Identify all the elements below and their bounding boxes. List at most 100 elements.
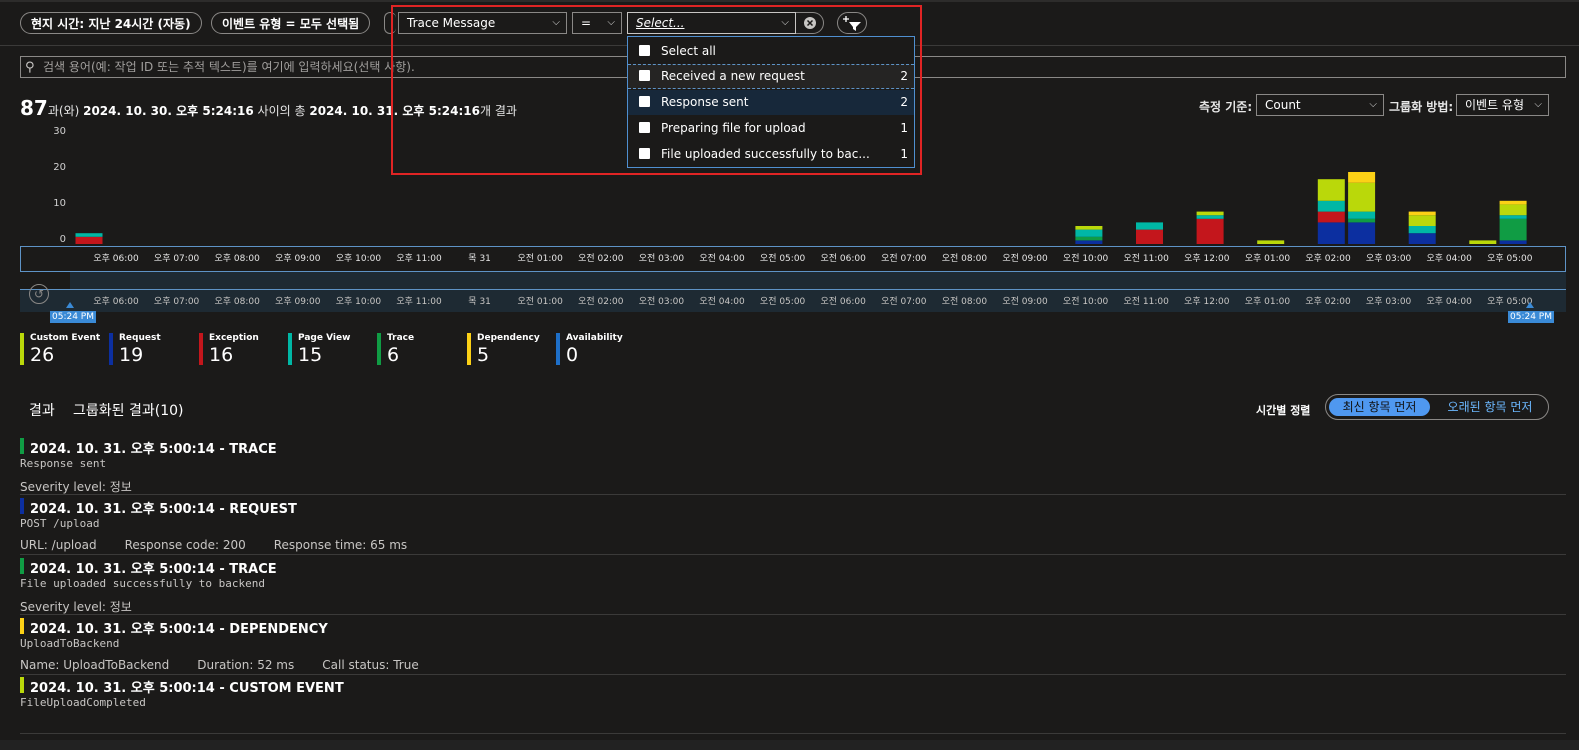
dropdown-option-select-all[interactable]: Select all bbox=[628, 39, 914, 64]
sort-newest-first-button[interactable]: 최신 항목 먼저 bbox=[1329, 398, 1430, 416]
time-range-filter-pill[interactable]: 현지 시간: 지난 24시간 (자동) bbox=[20, 12, 202, 34]
bar-segment-page-view[interactable] bbox=[1499, 215, 1527, 219]
x-tick-label: 목 31 bbox=[468, 254, 491, 264]
value-dropdown-menu[interactable]: Select all Received a new request 2 Resp… bbox=[627, 36, 915, 168]
bar-segment-custom-event[interactable] bbox=[1196, 211, 1224, 216]
brush-tick-label: 오전 09:00 bbox=[1002, 297, 1048, 307]
group-by-select-value: 이벤트 유형 bbox=[1465, 98, 1525, 112]
brush-tick-label: 오후 01:00 bbox=[1244, 297, 1291, 307]
dropdown-option[interactable]: Received a new request 2 bbox=[628, 64, 914, 89]
bar-segment-custom-event[interactable] bbox=[1408, 215, 1436, 226]
checkbox[interactable] bbox=[639, 96, 650, 107]
group-by-select[interactable]: 이벤트 유형 ⌵ bbox=[1456, 94, 1549, 116]
bar-segment-request[interactable] bbox=[1348, 222, 1376, 244]
row-divider bbox=[20, 614, 1566, 615]
bar-segment-exception[interactable] bbox=[1317, 211, 1345, 223]
tab-grouped-results[interactable]: 그룹화된 결과(10) bbox=[73, 400, 183, 420]
bar-segment-custom-event[interactable] bbox=[1348, 182, 1376, 212]
meta-field: Name: UploadToBackend bbox=[20, 658, 170, 672]
meta-field: Response code: 200 bbox=[124, 538, 246, 552]
reset-zoom-icon[interactable]: ↺ bbox=[29, 284, 49, 304]
result-row[interactable]: 2024. 10. 31. 오후 5:00:14 - DEPENDENCY Up… bbox=[20, 618, 1566, 674]
sort-oldest-first-button[interactable]: 오래된 항목 먼저 bbox=[1438, 398, 1542, 416]
brush-tick-label: 오후 06:00 bbox=[93, 297, 139, 307]
brush-start-handle[interactable]: 05:24 PM bbox=[50, 311, 96, 323]
sort-label: 시간별 정렬 bbox=[1256, 404, 1311, 417]
measure-select-value: Count bbox=[1265, 98, 1301, 112]
brush-track bbox=[20, 289, 1566, 290]
x-tick-label: 오전 08:00 bbox=[941, 254, 988, 264]
result-row-title: 2024. 10. 31. 오후 5:00:14 - TRACE bbox=[30, 562, 277, 577]
dropdown-option[interactable]: Preparing file for upload 1 bbox=[628, 116, 914, 141]
result-row[interactable]: 2024. 10. 31. 오후 5:00:14 - CUSTOM EVENT … bbox=[20, 677, 1566, 733]
bar-segment-trace[interactable] bbox=[1499, 218, 1527, 241]
bar-segment-page-view[interactable] bbox=[1317, 200, 1345, 212]
dropdown-option[interactable]: File uploaded successfully to bac... 1 bbox=[628, 142, 914, 167]
result-row-message: File uploaded successfully to backend bbox=[20, 577, 266, 590]
bar-segment-page-view[interactable] bbox=[1196, 215, 1224, 219]
bar-segment-exception[interactable] bbox=[1136, 229, 1163, 244]
bar-segment-page-view[interactable] bbox=[1348, 211, 1376, 219]
bar-segment-page-view[interactable] bbox=[75, 233, 103, 237]
bar-segment-trace[interactable] bbox=[1348, 218, 1376, 223]
next-row-partial bbox=[0, 740, 1579, 750]
event-type-filter-pill[interactable]: 이벤트 유형 = 모두 선택됨 bbox=[211, 12, 371, 34]
brush-axis-labels: 오후 06:00 오후 07:00 오후 08:00 오후 09:00 오후 10:00… bbox=[0, 294, 1579, 307]
bar-segment-request[interactable] bbox=[1499, 240, 1527, 244]
legend-name: Dependency bbox=[477, 333, 540, 343]
bar-segment-custom-event[interactable] bbox=[1075, 226, 1103, 230]
sort-toggle[interactable]: 최신 항목 먼저 오래된 항목 먼저 bbox=[1325, 394, 1549, 420]
result-row-meta: Name: UploadToBackend Duration: 52 ms Call… bbox=[20, 658, 447, 672]
result-row[interactable]: 2024. 10. 31. 오후 5:00:14 - TRACE File up… bbox=[20, 558, 1566, 614]
dropdown-option[interactable]: Response sent 2 bbox=[628, 90, 914, 115]
row-divider bbox=[20, 554, 1566, 555]
bar-segment-custom-event[interactable] bbox=[1499, 204, 1527, 216]
result-row[interactable]: 2024. 10. 31. 오후 5:00:14 - TRACE Respons… bbox=[20, 438, 1566, 494]
brush-end-handle-icon[interactable] bbox=[1526, 302, 1534, 308]
bar-segment-custom-event[interactable] bbox=[1257, 240, 1285, 244]
brush-tick-label: 오후 09:00 bbox=[275, 297, 321, 307]
brush-tick-label: 오전 01:00 bbox=[517, 297, 563, 307]
brush-tick-label: 오전 10:00 bbox=[1062, 297, 1109, 307]
meta-field: Response time: 65 ms bbox=[273, 538, 408, 552]
result-row-title: 2024. 10. 31. 오후 5:00:14 - DEPENDENCY bbox=[30, 622, 328, 637]
bar-segment-exception[interactable] bbox=[1196, 218, 1224, 244]
result-row-message: UploadToBackend bbox=[20, 637, 120, 650]
meta-field: Duration: 52 ms bbox=[197, 658, 295, 672]
legend-color-swatch bbox=[467, 333, 471, 365]
bar-segment-request[interactable] bbox=[1317, 222, 1345, 244]
legend-value: 6 bbox=[387, 344, 400, 366]
bar-segment-dependency[interactable] bbox=[1348, 172, 1376, 183]
brush-tick-label: 오전 06:00 bbox=[820, 297, 866, 307]
brush-tick-label: 오후 12:00 bbox=[1184, 297, 1230, 307]
bar-segment-page-view[interactable] bbox=[1408, 226, 1436, 234]
measure-select[interactable]: Count ⌵ bbox=[1256, 94, 1384, 116]
result-row[interactable]: 2024. 10. 31. 오후 5:00:14 - REQUEST POST … bbox=[20, 498, 1566, 554]
meta-field: Call status: True bbox=[322, 658, 419, 672]
brush-start-handle-icon[interactable] bbox=[66, 302, 74, 308]
bar-segment-dependency[interactable] bbox=[1408, 211, 1436, 216]
bar-segment-page-view[interactable] bbox=[1136, 222, 1163, 230]
result-row-meta: Severity level: 정보 bbox=[20, 478, 160, 495]
brush-end-handle[interactable]: 05:24 PM bbox=[1508, 311, 1554, 323]
checkbox[interactable] bbox=[639, 148, 650, 159]
checkbox[interactable] bbox=[639, 45, 650, 56]
bar-segment-trace[interactable] bbox=[1075, 236, 1103, 241]
tab-results[interactable]: 결과 bbox=[29, 400, 55, 420]
x-tick-label: 오후 05:00 bbox=[1487, 254, 1533, 264]
bar-segment-exception[interactable] bbox=[75, 236, 103, 244]
x-tick-label: 오전 01:00 bbox=[517, 254, 563, 264]
bar-segment-dependency[interactable] bbox=[1499, 200, 1527, 205]
bar-segment-request[interactable] bbox=[1075, 240, 1103, 244]
bar-segment-custom-event[interactable] bbox=[1317, 179, 1345, 201]
x-tick-label: 오후 09:00 bbox=[275, 254, 321, 264]
bar-segment-request[interactable] bbox=[1408, 233, 1436, 244]
checkbox[interactable] bbox=[639, 70, 650, 81]
bar-segment-custom-event[interactable] bbox=[1469, 240, 1497, 244]
bar-segment-page-view[interactable] bbox=[1075, 229, 1103, 237]
chevron-down-icon: ⌵ bbox=[1534, 99, 1542, 110]
x-tick-label: 오전 07:00 bbox=[881, 254, 927, 264]
result-row-title: 2024. 10. 31. 오후 5:00:14 - REQUEST bbox=[30, 502, 297, 517]
event-type-color-bar bbox=[20, 558, 24, 574]
checkbox[interactable] bbox=[639, 122, 650, 133]
